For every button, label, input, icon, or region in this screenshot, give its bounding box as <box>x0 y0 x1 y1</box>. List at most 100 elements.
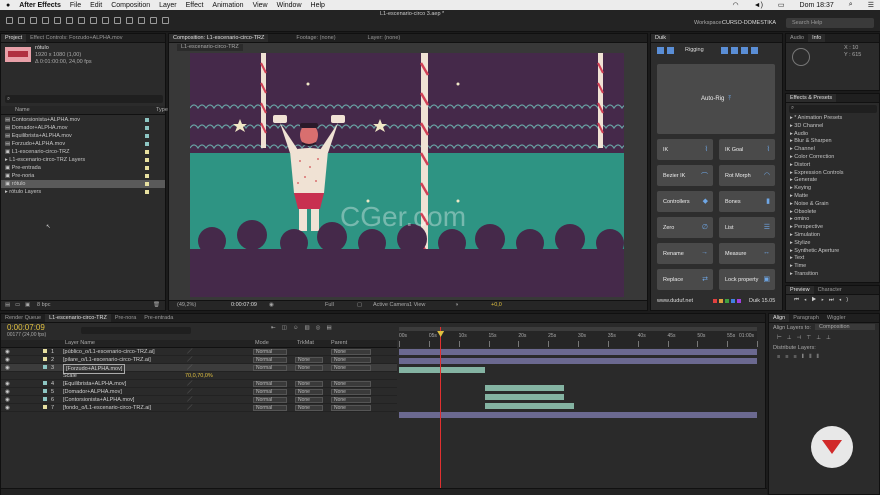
project-item[interactable]: ▸ L1-escenario-circo-TRZ Layers <box>1 156 165 164</box>
mode-select[interactable]: Normal <box>253 397 287 403</box>
align-to-select[interactable]: Composition <box>815 324 875 330</box>
column-mode[interactable]: Mode <box>255 340 269 346</box>
align-right-icon[interactable]: ⊣ <box>797 335 807 341</box>
layer-duration-bar[interactable] <box>484 394 564 400</box>
search-help-input[interactable]: Search Help <box>786 18 874 28</box>
effects-category[interactable]: ▸ Keying <box>786 185 878 193</box>
ik-goal-button[interactable]: IK Goal ⌇ <box>719 139 775 160</box>
comp-mini-flow-icon[interactable]: ⇤ <box>271 325 282 331</box>
pickwhip-icon[interactable]: ／ <box>187 396 193 404</box>
parent-select[interactable]: None <box>331 381 371 387</box>
timecode-display[interactable]: 0:00:07:09 <box>231 302 257 308</box>
replace-button[interactable]: Replace ⇄ <box>657 269 713 290</box>
pickwhip-icon[interactable]: ／ <box>187 356 193 364</box>
label-swatch[interactable] <box>41 388 49 396</box>
controllers-button[interactable]: Controllers ◆ <box>657 191 713 212</box>
tab-duik[interactable]: Duik <box>651 34 671 42</box>
last-frame-icon[interactable]: ⏭ <box>829 297 839 303</box>
visibility-icon[interactable]: ◉ <box>5 388 10 396</box>
tab-info[interactable]: Info <box>808 34 826 42</box>
layer-duration-bar[interactable] <box>399 367 485 373</box>
layer-row[interactable]: ◉ 5 [Domador+ALPHA.mov] ／ Normal None None <box>1 388 397 396</box>
layer-name[interactable]: [Equilibrista+ALPHA.mov] <box>63 380 126 388</box>
align-vcenter-icon[interactable]: ⊥ <box>816 335 826 341</box>
effects-category[interactable]: ▸ Obsolete <box>786 209 878 217</box>
first-frame-icon[interactable]: ⏮ <box>794 297 804 303</box>
rotate-tool-icon[interactable] <box>42 17 49 24</box>
parent-select[interactable]: None <box>331 405 371 411</box>
zoom-tool-icon[interactable] <box>30 17 37 24</box>
pickwhip-icon[interactable]: ／ <box>187 364 193 372</box>
snapshot-icon[interactable]: ◉ <box>269 302 274 308</box>
bezier-ik-button[interactable]: Bezier IK ⌒ <box>657 165 713 186</box>
effects-category[interactable]: ▸ Synthetic Aperture <box>786 248 878 256</box>
label-swatch[interactable] <box>41 404 49 412</box>
bpc-toggle[interactable]: 8 bpc <box>37 302 50 308</box>
ik-button[interactable]: IK ⌇ <box>657 139 713 160</box>
tab-composition[interactable]: Composition: L1-escenario-circo-TRZ <box>169 34 269 42</box>
play-icon[interactable]: ▶ <box>811 297 821 303</box>
duik-site[interactable]: www.duduf.net <box>657 298 693 304</box>
breadcrumb[interactable]: L1-escenario-circo-TRZ <box>177 44 243 51</box>
selection-tool-icon[interactable] <box>6 17 13 24</box>
effects-category[interactable]: ▸ Time <box>786 263 878 271</box>
shy-icon[interactable]: ☺ <box>293 325 305 331</box>
tab-main-comp[interactable]: L1-escenario-circo-TRZ <box>45 314 111 322</box>
resolution-select[interactable]: Full <box>325 302 334 308</box>
layer-name[interactable]: [Domador+ALPHA.mov] <box>63 388 122 396</box>
battery-icon[interactable]: ▭ <box>778 1 785 9</box>
menu-window[interactable]: Window <box>277 2 302 9</box>
draft-3d-icon[interactable]: ◫ <box>282 325 293 331</box>
tab-wiggler[interactable]: Wiggler <box>823 315 850 321</box>
zero-button[interactable]: Zero ∅ <box>657 217 713 238</box>
interpret-footage-icon[interactable]: ▤ <box>5 302 10 308</box>
distribute-bottom-icon[interactable]: ≡ <box>793 354 801 360</box>
project-search-input[interactable]: ⌕ <box>5 95 163 103</box>
rigging-icon[interactable] <box>657 47 664 54</box>
pan-behind-tool-icon[interactable] <box>66 17 73 24</box>
bones-button[interactable]: Bones ▮ <box>719 191 775 212</box>
align-top-icon[interactable]: ⊤ <box>806 335 816 341</box>
menu-effect[interactable]: Effect <box>186 2 204 9</box>
tools-icon[interactable] <box>750 47 758 54</box>
lock-property-button[interactable]: Lock property ▣ <box>719 269 775 290</box>
menu-view[interactable]: View <box>253 2 268 9</box>
visibility-icon[interactable]: ◉ <box>5 396 10 404</box>
effects-category[interactable]: ▸ Noise & Grain <box>786 201 878 209</box>
settings-icon[interactable] <box>740 47 748 54</box>
effects-search-input[interactable]: ⌕ <box>789 105 877 113</box>
layer-duration-bar[interactable] <box>484 403 575 409</box>
list-button[interactable]: List ☰ <box>719 217 775 238</box>
puppet-tool-icon[interactable] <box>162 17 169 24</box>
layer-name[interactable]: [público_o/L1-escenario-circo-TRZ.ai] <box>63 348 155 356</box>
playhead[interactable] <box>437 327 445 495</box>
apple-icon[interactable]: ● <box>6 2 10 9</box>
trash-icon[interactable]: 🗑 <box>153 302 160 308</box>
effects-category[interactable]: ▸ Perspective <box>786 224 878 232</box>
tab-project[interactable]: Project <box>1 34 27 42</box>
trkmat-select[interactable]: None <box>295 405 323 411</box>
pickwhip-icon[interactable]: ／ <box>187 348 193 356</box>
visibility-icon[interactable]: ◉ <box>5 380 10 388</box>
column-layer-name[interactable]: Layer Name <box>65 340 95 346</box>
hand-tool-icon[interactable] <box>18 17 25 24</box>
composition-viewer[interactable]: CGer.com <box>190 53 624 297</box>
trkmat-select[interactable]: None <box>295 365 323 371</box>
column-trkmat[interactable]: TrkMat <box>297 340 314 346</box>
project-item[interactable]: ▣ Pre-entrada <box>1 164 165 172</box>
rename-button[interactable]: Rename → <box>657 243 713 264</box>
motion-blur-icon[interactable]: ◎ <box>316 325 327 331</box>
tab-render-queue[interactable]: Render Queue <box>1 315 45 321</box>
pickwhip-icon[interactable]: ／ <box>187 380 193 388</box>
label-swatch[interactable] <box>41 364 49 372</box>
effects-category[interactable]: ▸ Generate <box>786 177 878 185</box>
effects-category[interactable]: ▸ Blur & Sharpen <box>786 138 878 146</box>
roto-tool-icon[interactable] <box>150 17 157 24</box>
new-composition-icon[interactable]: ▣ <box>25 302 30 308</box>
graph-editor-icon[interactable]: ▤ <box>326 325 337 331</box>
timeline-search-input[interactable] <box>81 327 191 334</box>
tab-pre-nora[interactable]: Pre-nora <box>111 315 140 321</box>
effects-category[interactable]: ▸ Expression Controls <box>786 170 878 178</box>
mode-select[interactable]: Normal <box>253 389 287 395</box>
region-icon[interactable]: ▢ <box>357 302 362 308</box>
